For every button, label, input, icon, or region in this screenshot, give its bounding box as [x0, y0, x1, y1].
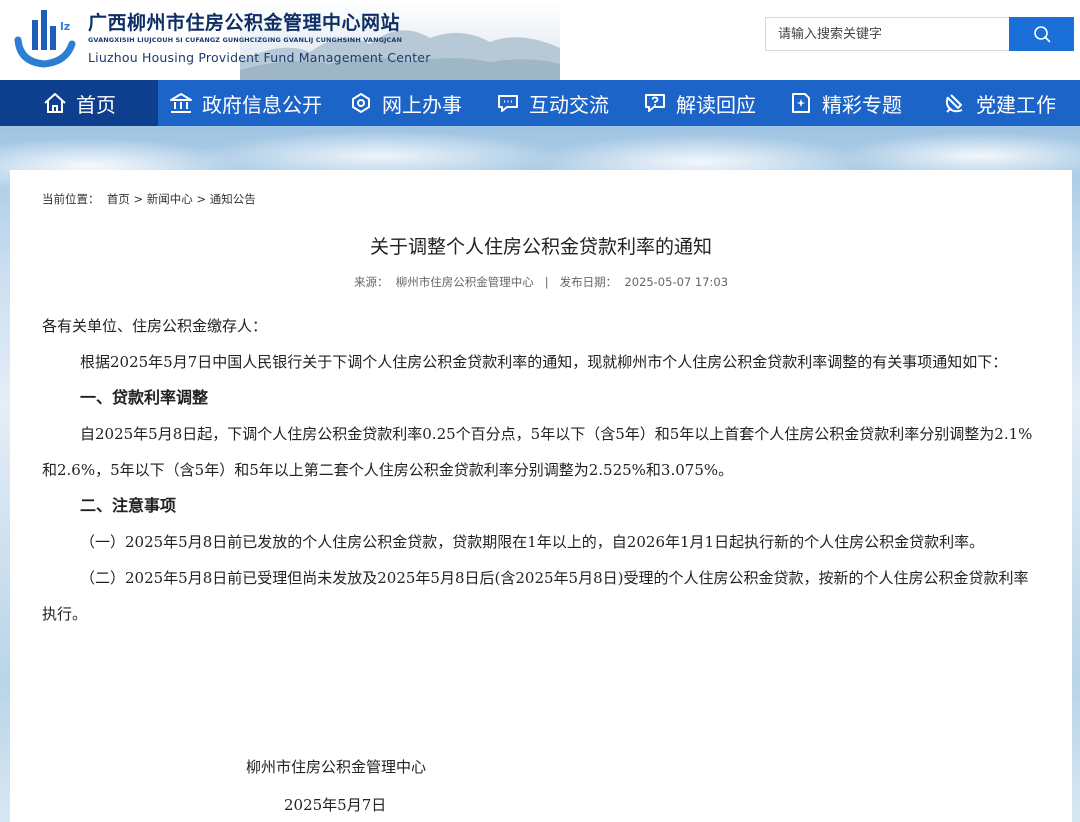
breadcrumb: 当前位置： 首页 > 新闻中心 > 通知公告 [42, 191, 256, 207]
nav-item-label: 首页 [76, 92, 116, 117]
search-input[interactable] [765, 17, 1021, 51]
nav-item-interpretation[interactable]: 解读回应 [626, 80, 772, 126]
chat-bubble-icon [498, 95, 518, 112]
breadcrumb-item-notices[interactable]: 通知公告 [210, 192, 256, 206]
nav-item-online-service[interactable]: 网上办事 [332, 80, 478, 126]
breadcrumb-item-news[interactable]: 新闻中心 [147, 192, 193, 206]
sparkle-note-icon [792, 93, 810, 113]
content-panel: 当前位置： 首页 > 新闻中心 > 通知公告 关于调整个人住房公积金贷款利率的通… [10, 170, 1072, 822]
article-paragraph: 根据2025年5月7日中国人民银行关于下调个人住房公积金贷款利率的通知，现就柳州… [80, 353, 1008, 371]
article-body: 各有关单位、住房公积金缴存人： 根据2025年5月7日中国人民银行关于下调个人住… [42, 308, 1042, 632]
site-logo-icon[interactable]: lz [12, 6, 76, 68]
signature-organization: 柳州市住房公积金管理中心 [246, 758, 427, 776]
breadcrumb-separator: > [196, 192, 207, 206]
site-title-pinyin: GVANGXISIH LIUJCOUH SI CUFANGZ GUNGHCIZG… [88, 36, 403, 44]
signature-date: 2025年5月7日 [284, 796, 387, 814]
article-salutation: 各有关单位、住房公积金缴存人： [42, 317, 268, 335]
svg-text:lz: lz [60, 20, 70, 33]
article-paragraph: （二）2025年5月8日前已受理但尚未发放及2025年5月8日后(含2025年5… [42, 569, 1029, 623]
main-nav: 首页 政府信息公开 网上办事 互动交流 解读回应 精彩专题 党建工作 [0, 80, 1080, 126]
date-label: 发布日期： [559, 275, 618, 289]
site-title: 广西柳州市住房公积金管理中心网站 [88, 12, 401, 34]
breadcrumb-prefix: 当前位置： [42, 192, 100, 206]
nav-item-label: 解读回应 [676, 92, 756, 117]
article-paragraph: （一）2025年5月8日前已发放的个人住房公积金贷款，贷款期限在1年以上的，自2… [80, 533, 985, 551]
nav-item-label: 政府信息公开 [202, 92, 322, 117]
home-icon [44, 93, 66, 113]
article-paragraph: 自2025年5月8日起，下调个人住房公积金贷款利率0.25个百分点，5年以下（含… [42, 425, 1033, 479]
breadcrumb-separator: > [133, 192, 144, 206]
nav-item-home[interactable]: 首页 [0, 80, 158, 126]
source-value: 柳州市住房公积金管理中心 [395, 275, 534, 289]
party-emblem-icon [945, 94, 963, 113]
article-section-heading: 一、贷款利率调整 [80, 388, 209, 407]
search-box [765, 17, 1074, 51]
search-icon [1033, 26, 1050, 43]
article-section-heading: 二、注意事项 [80, 496, 177, 515]
nav-item-label: 精彩专题 [822, 92, 902, 117]
question-chat-icon [645, 94, 665, 112]
nav-item-party-building[interactable]: 党建工作 [918, 80, 1080, 126]
date-value: 2025-05-07 17:03 [624, 275, 729, 289]
nav-item-label: 网上办事 [382, 92, 462, 117]
breadcrumb-item-home[interactable]: 首页 [107, 192, 130, 206]
article-meta: 来源： 柳州市住房公积金管理中心 | 发布日期： 2025-05-07 17:0… [10, 274, 1072, 290]
site-title-english: Liuzhou Housing Provident Fund Managemen… [88, 50, 431, 65]
government-building-icon [170, 93, 192, 113]
source-label: 来源： [353, 275, 389, 289]
nav-item-government-info[interactable]: 政府信息公开 [158, 80, 332, 126]
nav-item-interaction[interactable]: 互动交流 [478, 80, 626, 126]
meta-divider: | [544, 275, 549, 289]
nav-item-special-topics[interactable]: 精彩专题 [772, 80, 918, 126]
service-hub-icon [352, 93, 370, 113]
nav-item-label: 互动交流 [529, 92, 609, 117]
nav-item-label: 党建工作 [976, 92, 1056, 117]
site-header: lz 广西柳州市住房公积金管理中心网站 GVANGXISIH LIUJCOUH … [0, 0, 1080, 80]
search-button[interactable] [1009, 17, 1074, 51]
article-title: 关于调整个人住房公积金贷款利率的通知 [369, 236, 712, 258]
